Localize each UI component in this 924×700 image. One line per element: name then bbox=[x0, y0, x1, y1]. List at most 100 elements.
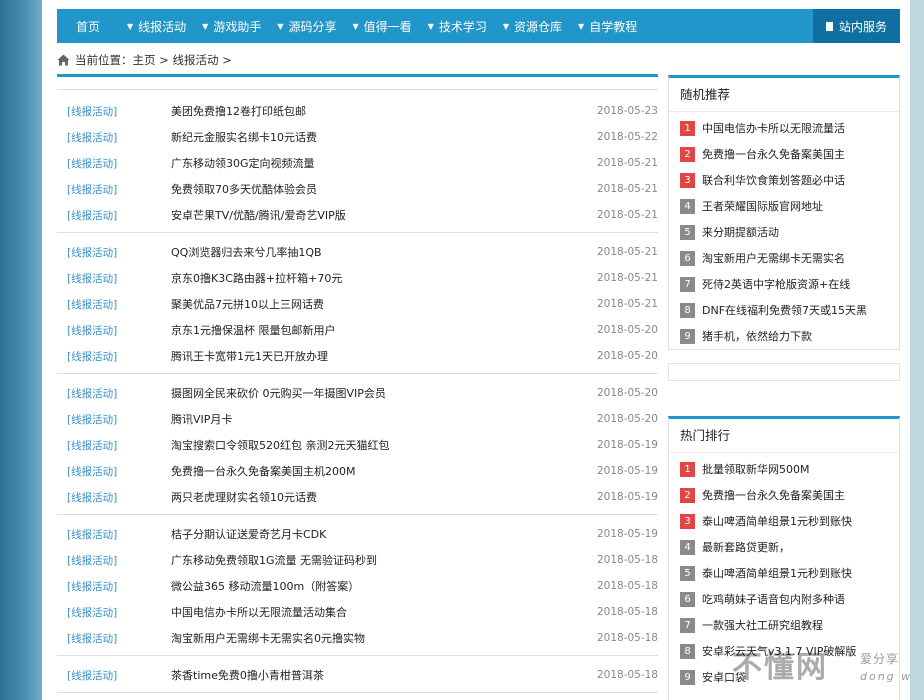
caret-down-icon: ▼ bbox=[502, 21, 510, 31]
nav-item-2[interactable]: ▼ 源码分享 bbox=[269, 9, 344, 43]
rank-item-title[interactable]: 一款强大社工研究组教程 bbox=[702, 617, 823, 633]
nav-home[interactable]: 首页 bbox=[57, 9, 119, 43]
article-category-link[interactable]: [线报活动] bbox=[67, 490, 117, 505]
article-title-link[interactable]: 京东1元撸保温杯 限量包邮新用户 bbox=[171, 322, 336, 338]
site-service-button[interactable]: 站内服务 bbox=[813, 9, 900, 43]
article-category-link[interactable]: [线报活动] bbox=[67, 323, 117, 338]
article-category-link[interactable]: [线报活动] bbox=[67, 527, 117, 542]
nav-item-6[interactable]: ▼ 自学教程 bbox=[570, 9, 645, 43]
rank-item[interactable]: 2 免费撸一台永久免备案美国主 bbox=[669, 141, 899, 167]
article-category-link[interactable]: [线报活动] bbox=[67, 438, 117, 453]
rank-item-title[interactable]: DNF在线福利免费领7天或15天黑 bbox=[702, 302, 867, 318]
article-title-link[interactable]: QQ浏览器归去来兮几率抽1QB bbox=[171, 244, 322, 260]
rank-item-title[interactable]: 死侍2英语中字枪版资源+在线 bbox=[702, 276, 850, 292]
article-category-link[interactable]: [线报活动] bbox=[67, 386, 117, 401]
article-title-link[interactable]: 两只老虎理财实名领10元话费 bbox=[171, 489, 317, 505]
article-title-link[interactable]: 广东移动免费领取1G流量 无需验证码秒到 bbox=[171, 552, 377, 568]
rank-item-title[interactable]: 来分期提额活动 bbox=[702, 224, 779, 240]
article-title-link[interactable]: 腾讯王卡宽带1元1天已开放办理 bbox=[171, 348, 328, 364]
article-category-link[interactable]: [线报活动] bbox=[67, 130, 117, 145]
article-row: [线报活动] 腾讯王卡宽带1元1天已开放办理 2018-05-20 bbox=[57, 343, 658, 369]
rank-item-title[interactable]: 泰山啤酒简单组景1元秒到账快 bbox=[702, 513, 852, 529]
article-category-link[interactable]: [线报活动] bbox=[67, 208, 117, 223]
rank-item-title[interactable]: 王者荣耀国际版官网地址 bbox=[702, 198, 823, 214]
nav-item-1[interactable]: ▼ 游戏助手 bbox=[194, 9, 269, 43]
article-title-link[interactable]: 中国电信办卡所以无限流量活动集合 bbox=[171, 604, 347, 620]
article-title-link[interactable]: 淘宝新用户无需绑卡无需实名0元撸实物 bbox=[171, 630, 365, 646]
rank-item-title[interactable]: 淘宝新用户无需绑卡无需实名 bbox=[702, 250, 845, 266]
article-title-link[interactable]: 京东0撸K3C路由器+拉杆箱+70元 bbox=[171, 270, 342, 286]
rank-item[interactable]: 2 免费撸一台永久免备案美国主 bbox=[669, 482, 899, 508]
rank-item-title[interactable]: 安卓口袋 bbox=[702, 669, 746, 685]
rank-item[interactable]: 3 泰山啤酒简单组景1元秒到账快 bbox=[669, 508, 899, 534]
article-category-link[interactable]: [线报活动] bbox=[67, 104, 117, 119]
rank-item-title[interactable]: 免费撸一台永久免备案美国主 bbox=[702, 487, 845, 503]
article-category-link[interactable]: [线报活动] bbox=[67, 349, 117, 364]
nav-item-0[interactable]: ▼ 线报活动 bbox=[119, 9, 194, 43]
rank-item[interactable]: 4 王者荣耀国际版官网地址 bbox=[669, 193, 899, 219]
panel-title: 热门排行 bbox=[669, 419, 899, 453]
nav-item-4[interactable]: ▼ 技术学习 bbox=[420, 9, 495, 43]
article-category-link[interactable]: [线报活动] bbox=[67, 245, 117, 260]
article-category-link[interactable]: [线报活动] bbox=[67, 182, 117, 197]
rank-number-badge: 6 bbox=[680, 250, 695, 266]
article-date: 2018-05-19 bbox=[596, 528, 658, 540]
article-title-link[interactable]: 免费领取70多天优酷体验会员 bbox=[171, 181, 317, 197]
article-title-link[interactable]: 微公益365 移动流量100m（附答案） bbox=[171, 578, 359, 594]
article-title-link[interactable]: 淘宝搜索口令领取520红包 亲测2元天猫红包 bbox=[171, 437, 390, 453]
rank-item-title[interactable]: 泰山啤酒简单组景1元秒到账快 bbox=[702, 565, 852, 581]
rank-item-title[interactable]: 吃鸡萌妹子语音包内附多种语 bbox=[702, 591, 845, 607]
rank-item-title[interactable]: 免费撸一台永久免备案美国主 bbox=[702, 146, 845, 162]
article-title-link[interactable]: 桔子分期认证送爱奇艺月卡CDK bbox=[171, 526, 326, 542]
article-row: [线报活动] 中国电信办卡所以无限流量活动集合 2018-05-18 bbox=[57, 599, 658, 625]
rank-item[interactable]: 5 泰山啤酒简单组景1元秒到账快 bbox=[669, 560, 899, 586]
article-group: [线报活动] QQ浏览器归去来兮几率抽1QB 2018-05-21 [线报活动] 京东0… bbox=[57, 233, 658, 374]
article-category-link[interactable]: [线报活动] bbox=[67, 668, 117, 683]
rank-item[interactable]: 8 DNF在线福利免费领7天或15天黑 bbox=[669, 297, 899, 323]
nav-item-5[interactable]: ▼ 资源仓库 bbox=[495, 9, 570, 43]
rank-item-title[interactable]: 安卓彩云天气v3.1.7 VIP破解版 bbox=[702, 643, 856, 659]
breadcrumb-text[interactable]: 当前位置：主页 > 线报活动 > bbox=[75, 52, 232, 68]
rank-item-title[interactable]: 猪手机，依然给力下款 bbox=[702, 328, 812, 344]
rank-item[interactable]: 9 安卓口袋 bbox=[669, 664, 899, 690]
article-category-link[interactable]: [线报活动] bbox=[67, 156, 117, 171]
article-title-link[interactable]: 美团免费撸12卷打印纸包邮 bbox=[171, 103, 306, 119]
article-category-link[interactable]: [线报活动] bbox=[67, 297, 117, 312]
rank-item[interactable]: 7 死侍2英语中字枪版资源+在线 bbox=[669, 271, 899, 297]
nav-item-3[interactable]: ▼ 值得一看 bbox=[345, 9, 420, 43]
rank-item[interactable]: 3 联合利华饮食策划答题必中话 bbox=[669, 167, 899, 193]
article-date: 2018-05-21 bbox=[596, 209, 658, 221]
article-category-link[interactable]: [线报活动] bbox=[67, 553, 117, 568]
rank-item[interactable]: 1 批量领取新华网500M bbox=[669, 456, 899, 482]
article-date: 2018-05-18 bbox=[596, 632, 658, 644]
rank-item[interactable]: 5 来分期提额活动 bbox=[669, 219, 899, 245]
rank-item-title[interactable]: 最新套路贷更新， bbox=[702, 539, 790, 555]
article-date: 2018-05-19 bbox=[596, 465, 658, 477]
article-title-link[interactable]: 聚美优品7元拼10以上三网话费 bbox=[171, 296, 324, 312]
rank-item[interactable]: 6 吃鸡萌妹子语音包内附多种语 bbox=[669, 586, 899, 612]
rank-item[interactable]: 4 最新套路贷更新， bbox=[669, 534, 899, 560]
article-title-link[interactable]: 免费撸一台永久免备案美国主机200M bbox=[171, 463, 356, 479]
article-title-link[interactable]: 腾讯VIP月卡 bbox=[171, 411, 232, 427]
rank-item-title[interactable]: 联合利华饮食策划答题必中话 bbox=[702, 172, 845, 188]
rank-item[interactable]: 1 中国电信办卡所以无限流量活 bbox=[669, 115, 899, 141]
rank-item[interactable]: 9 猪手机，依然给力下款 bbox=[669, 323, 899, 349]
rank-item[interactable]: 7 一款强大社工研究组教程 bbox=[669, 612, 899, 638]
article-title-link[interactable]: 新纪元金服实名绑卡10元话费 bbox=[171, 129, 317, 145]
article-category-link[interactable]: [线报活动] bbox=[67, 605, 117, 620]
article-category-link[interactable]: [线报活动] bbox=[67, 464, 117, 479]
rank-item[interactable]: 6 淘宝新用户无需绑卡无需实名 bbox=[669, 245, 899, 271]
article-category-link[interactable]: [线报活动] bbox=[67, 579, 117, 594]
article-title-link[interactable]: 茶香time免费0撸小青柑普洱茶 bbox=[171, 667, 324, 683]
article-category-link[interactable]: [线报活动] bbox=[67, 271, 117, 286]
article-title-link[interactable]: 摄图网全民来砍价 0元购买一年摄图VIP会员 bbox=[171, 385, 386, 401]
rank-item-title[interactable]: 中国电信办卡所以无限流量活 bbox=[702, 120, 845, 136]
article-category-link[interactable]: [线报活动] bbox=[67, 412, 117, 427]
caret-down-icon: ▼ bbox=[427, 21, 434, 31]
article-title-link[interactable]: 安卓芒果TV/优酷/腾讯/爱奇艺VIP版 bbox=[171, 207, 346, 223]
rank-item[interactable]: 8 安卓彩云天气v3.1.7 VIP破解版 bbox=[669, 638, 899, 664]
article-title-link[interactable]: 广东移动领30G定向视频流量 bbox=[171, 155, 315, 171]
rank-item-title[interactable]: 批量领取新华网500M bbox=[702, 461, 810, 477]
ad-placeholder bbox=[668, 363, 900, 381]
article-category-link[interactable]: [线报活动] bbox=[67, 631, 117, 646]
